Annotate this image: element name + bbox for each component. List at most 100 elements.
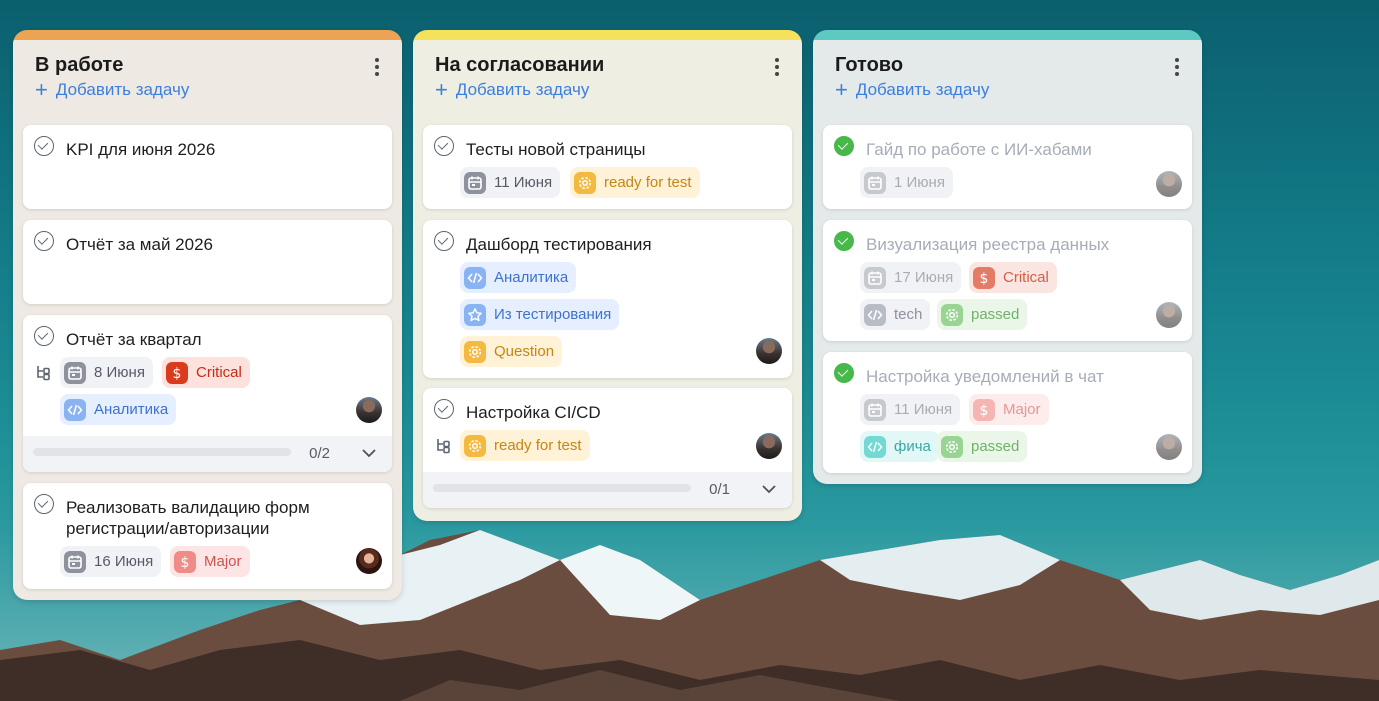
assignee-avatar[interactable] — [1156, 434, 1182, 460]
task-card[interactable]: Отчёт за квартал 8 Июня $ Critical Анали… — [23, 315, 392, 472]
status-tag[interactable]: passed — [937, 431, 1028, 462]
assignee-avatar[interactable] — [356, 548, 382, 574]
calendar-icon — [864, 266, 886, 289]
due-date-tag[interactable]: 17 Июня — [860, 262, 962, 293]
task-title: Тесты новой страницы — [466, 140, 646, 159]
category-tag[interactable]: Аналитика — [60, 394, 177, 425]
task-check-icon[interactable] — [434, 231, 454, 251]
plus-icon: + — [35, 77, 48, 102]
task-check-icon[interactable] — [34, 494, 54, 514]
priority-tag[interactable]: $ Major — [969, 394, 1049, 425]
column-done: Готово + Добавить задачу Гайд по работе … — [813, 30, 1202, 484]
task-card[interactable]: Визуализация реестра данных 17 Июня $ Cr… — [823, 220, 1192, 341]
task-check-icon[interactable] — [434, 136, 454, 156]
star-icon — [464, 303, 486, 326]
task-title: Дашборд тестирования — [466, 235, 652, 254]
progress-count: 0/1 — [709, 481, 730, 498]
gear-icon — [941, 303, 963, 326]
progress-bar — [33, 448, 291, 456]
task-card[interactable]: Тесты новой страницы 11 Июня ready for t… — [423, 125, 792, 209]
add-task-button[interactable]: + Добавить задачу — [435, 78, 589, 102]
task-check-icon[interactable] — [34, 326, 54, 346]
due-date-tag[interactable]: 8 Июня — [60, 357, 153, 388]
tag-label: Из тестирования — [494, 306, 612, 323]
task-card[interactable]: Гайд по работе с ИИ-хабами 1 Июня — [823, 125, 1192, 209]
assignee-avatar[interactable] — [756, 433, 782, 459]
status-tag[interactable]: passed — [937, 299, 1028, 330]
dollar-icon: $ — [166, 361, 188, 384]
assignee-avatar[interactable] — [1156, 302, 1182, 328]
task-done-icon[interactable] — [834, 363, 854, 383]
calendar-icon — [64, 361, 86, 384]
task-check-icon[interactable] — [34, 231, 54, 251]
add-task-button[interactable]: + Добавить задачу — [835, 78, 989, 102]
dollar-icon: $ — [973, 266, 995, 289]
due-date-tag[interactable]: 1 Июня — [860, 167, 953, 198]
code-icon — [64, 398, 86, 421]
source-tag[interactable]: Из тестирования — [460, 299, 620, 330]
column-title: Готово — [835, 54, 904, 76]
priority-tag[interactable]: $ Critical — [969, 262, 1057, 293]
category-tag[interactable]: фича — [860, 431, 939, 462]
tag-label: 11 Июня — [894, 401, 953, 418]
status-tag[interactable]: ready for test — [570, 167, 700, 198]
tag-label: passed — [971, 306, 1020, 323]
task-done-icon[interactable] — [834, 136, 854, 156]
more-menu-icon[interactable] — [1174, 58, 1180, 78]
task-card[interactable]: Реализовать валидацию форм регистрации/а… — [23, 483, 392, 589]
task-card[interactable]: KPI для июня 2026 — [23, 125, 392, 209]
task-card[interactable]: Настройка уведомлений в чат 11 Июня $ Ma… — [823, 352, 1192, 473]
add-task-button[interactable]: + Добавить задачу — [35, 78, 189, 102]
task-done-icon[interactable] — [834, 231, 854, 251]
due-date-tag[interactable]: 11 Июня — [860, 394, 961, 425]
tag-label: фича — [894, 438, 931, 455]
task-check-icon[interactable] — [34, 136, 54, 156]
more-menu-icon[interactable] — [774, 58, 780, 78]
priority-tag[interactable]: $ Critical — [162, 357, 250, 388]
svg-text:$: $ — [980, 403, 989, 418]
svg-text:$: $ — [980, 271, 989, 286]
task-title: Визуализация реестра данных — [866, 235, 1110, 254]
tag-label: 8 Июня — [94, 364, 145, 381]
more-menu-icon[interactable] — [374, 58, 380, 78]
type-tag[interactable]: Question — [460, 336, 563, 367]
subtasks-icon — [437, 439, 450, 454]
task-title: Гайд по работе с ИИ-хабами — [866, 140, 1092, 159]
tag-label: Critical — [196, 364, 242, 381]
tag-label: Question — [494, 343, 555, 360]
column-accent-bar — [813, 30, 1202, 40]
due-date-tag[interactable]: 16 Июня — [60, 546, 162, 577]
assignee-avatar[interactable] — [356, 397, 382, 423]
plus-icon: + — [435, 77, 448, 102]
subtask-progress: 0/1 — [423, 472, 792, 508]
tag-label: passed — [971, 438, 1020, 455]
subtask-progress: 0/2 — [23, 436, 392, 472]
column-title: В работе — [35, 54, 124, 76]
task-card[interactable]: Отчёт за май 2026 — [23, 220, 392, 304]
progress-count: 0/2 — [309, 445, 330, 462]
calendar-icon — [864, 398, 886, 421]
priority-tag[interactable]: $ Major — [170, 546, 250, 577]
task-title: Реализовать валидацию форм регистрации/а… — [66, 498, 310, 538]
task-check-icon[interactable] — [434, 399, 454, 419]
task-card[interactable]: Дашборд тестирования Аналитика Из тестир… — [423, 220, 792, 378]
chevron-down-icon[interactable] — [358, 442, 380, 464]
tag-label: 1 Июня — [894, 174, 945, 191]
category-tag[interactable]: tech — [860, 299, 931, 330]
column-title: На согласовании — [435, 54, 605, 76]
plus-icon: + — [835, 77, 848, 102]
gear-icon — [574, 171, 596, 194]
tag-label: ready for test — [494, 437, 582, 454]
task-title: Отчёт за май 2026 — [66, 235, 213, 254]
assignee-avatar[interactable] — [1156, 171, 1182, 197]
due-date-tag[interactable]: 11 Июня — [460, 167, 561, 198]
column-header: На согласовании — [413, 40, 802, 82]
chevron-down-icon[interactable] — [758, 478, 780, 500]
gear-icon — [464, 340, 486, 363]
status-tag[interactable]: ready for test — [460, 430, 590, 461]
assignee-avatar[interactable] — [756, 338, 782, 364]
category-tag[interactable]: Аналитика — [460, 262, 577, 293]
calendar-icon — [864, 171, 886, 194]
tag-label: Аналитика — [494, 269, 569, 286]
task-card[interactable]: Настройка CI/CD ready for test 0/1 — [423, 388, 792, 508]
